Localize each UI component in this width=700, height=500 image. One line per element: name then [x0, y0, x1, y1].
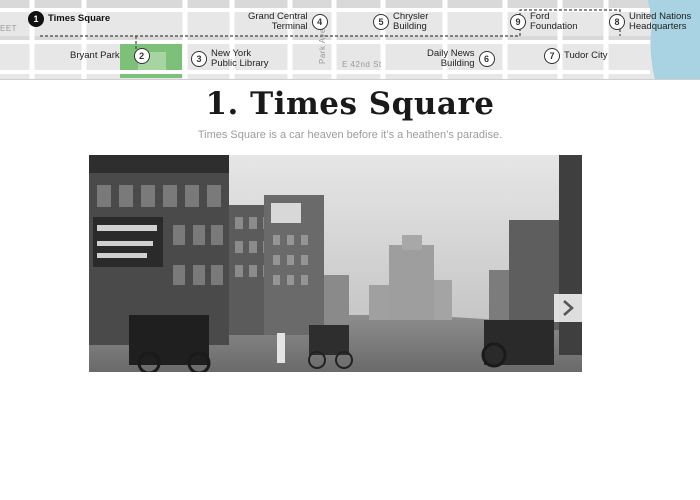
map-stop-daily-news[interactable]: Daily News Building 6: [427, 49, 495, 69]
map-stop-united-nations[interactable]: 8 United Nations Headquarters: [609, 12, 691, 32]
stop-number-badge: 4: [311, 14, 328, 30]
map-stop-ford-foundation[interactable]: 9 Ford Foundation: [510, 12, 578, 32]
map-stop-grand-central[interactable]: Grand Central Terminal 4: [248, 12, 328, 32]
stop-label: United Nations Headquarters: [629, 11, 692, 32]
chevron-right-icon: [563, 300, 574, 316]
map-stop-times-square[interactable]: 1 Times Square: [28, 11, 110, 27]
stop-label: Daily News Building: [427, 48, 475, 69]
route-map[interactable]: EET Park Ave E 42nd St 1 Times Square Br…: [0, 0, 700, 80]
stop-number-badge: 9: [510, 14, 526, 30]
street-label-west: EET: [0, 24, 18, 33]
next-photo-button[interactable]: [554, 294, 582, 322]
historic-photo: [89, 155, 582, 372]
stop-label: Bryant Park: [70, 50, 120, 61]
stop-number-badge: 1: [28, 11, 44, 27]
historic-street-photo-icon: [89, 155, 582, 372]
page-title: 1. Times Square: [205, 86, 495, 122]
stop-label: Grand Central Terminal: [248, 11, 308, 32]
stop-label: Chrysler Building: [393, 11, 429, 32]
stop-label: Times Square: [48, 13, 111, 24]
stop-label: Ford Foundation: [530, 11, 578, 32]
map-stop-chrysler[interactable]: 5 Chrysler Building: [373, 12, 428, 32]
stop-label: New York Public Library: [211, 48, 269, 69]
stop-number-badge: 8: [609, 14, 625, 30]
page-subtitle: Times Square is a car heaven before it’s…: [197, 129, 503, 141]
street-label-park-ave: Park Ave: [318, 28, 327, 64]
street-label-e42: E 42nd St: [342, 60, 382, 69]
stop-number-badge: 3: [191, 51, 207, 67]
page: EET Park Ave E 42nd St 1 Times Square Br…: [0, 0, 700, 500]
stop-label: Tudor City: [564, 50, 608, 61]
stop-number-badge: 6: [478, 51, 495, 67]
stop-number-badge: 7: [544, 48, 560, 64]
map-stop-nypl[interactable]: 3 New York Public Library: [191, 49, 269, 69]
map-stop-tudor-city[interactable]: 7 Tudor City: [544, 48, 607, 64]
stop-number-badge: 5: [373, 14, 389, 30]
map-stop-bryant-park[interactable]: Bryant Park 2: [70, 48, 150, 64]
stop-number-badge: 2: [133, 48, 150, 64]
